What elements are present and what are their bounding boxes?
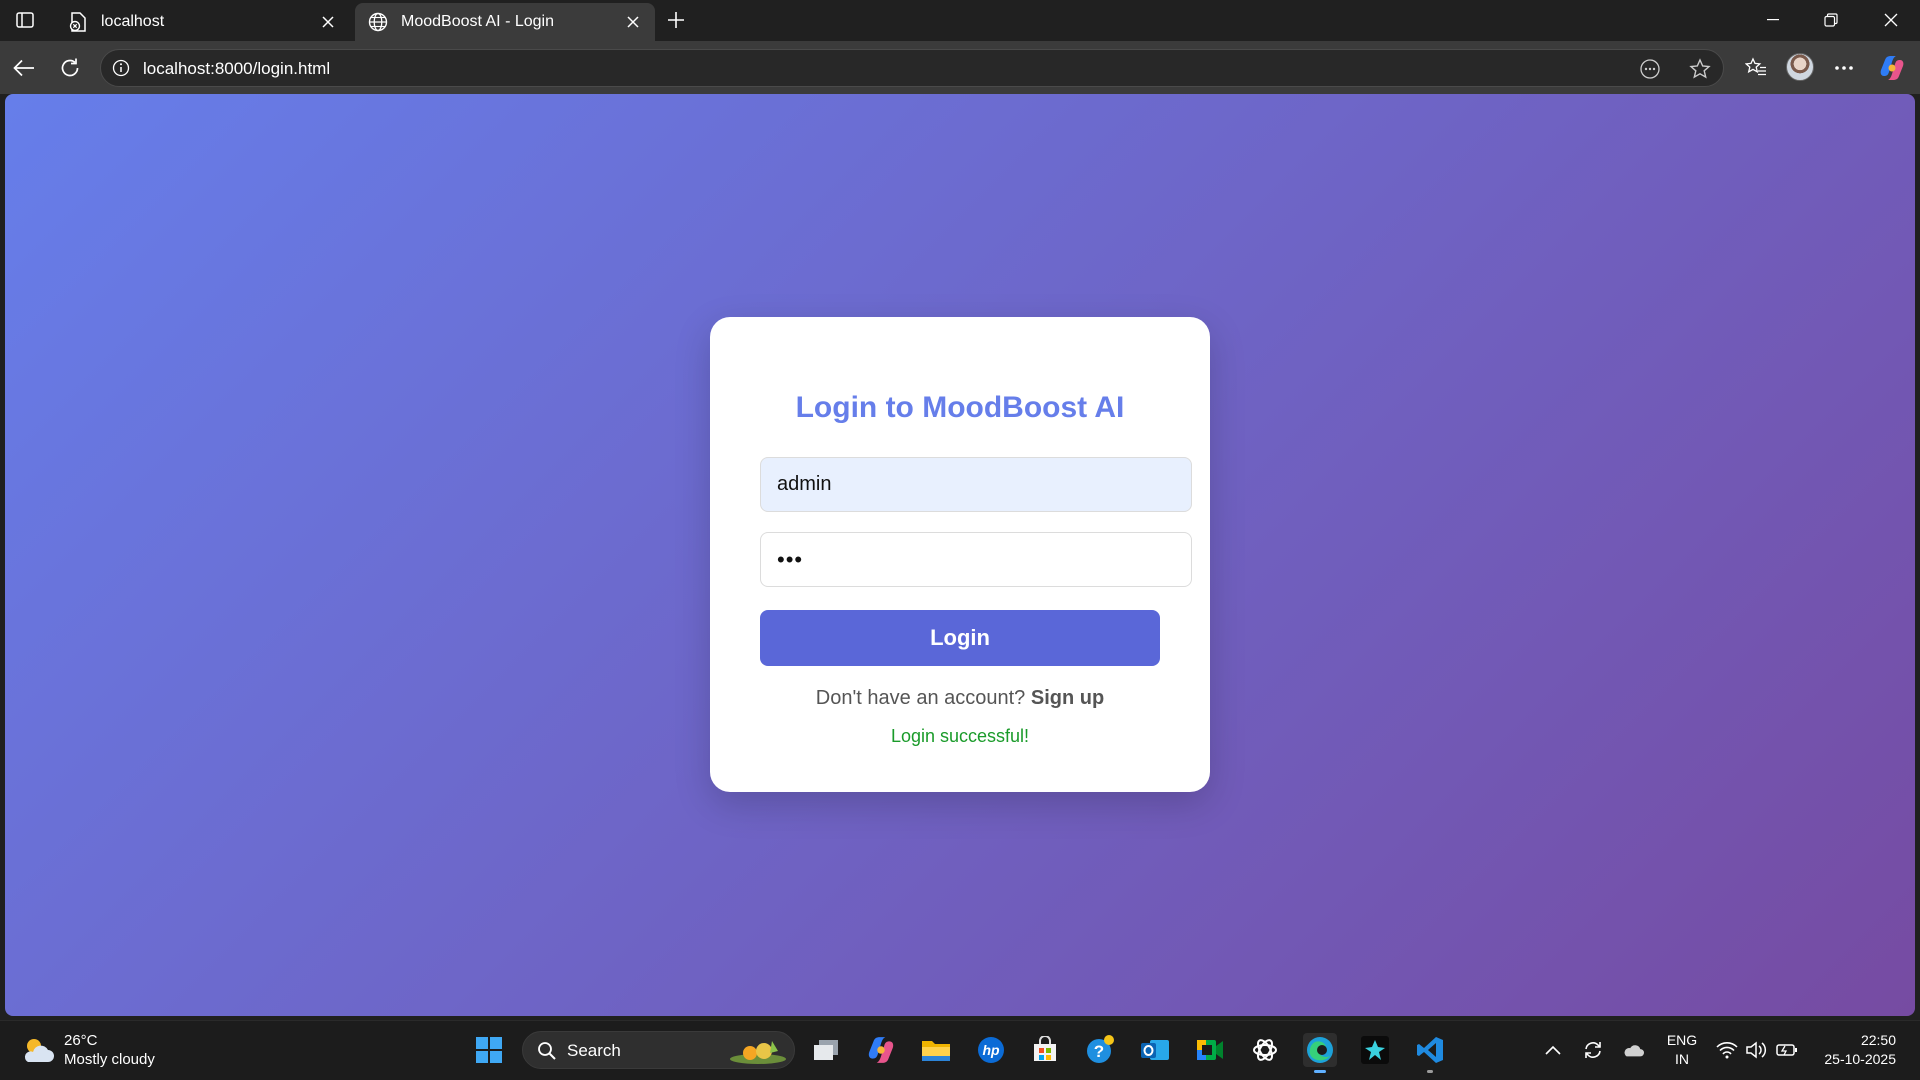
chevron-up-icon[interactable] (1542, 1039, 1564, 1061)
language-indicator[interactable]: ENG IN (1666, 1031, 1698, 1069)
reading-mode-icon[interactable] (1639, 58, 1661, 80)
tab-actions-icon[interactable] (10, 8, 40, 32)
clock-time: 22:50 (1860, 1032, 1896, 1048)
login-button[interactable]: Login (760, 610, 1160, 666)
profile-avatar[interactable] (1786, 53, 1814, 81)
vscode-icon[interactable] (1413, 1033, 1447, 1073)
address-bar[interactable]: localhost:8000/login.html (100, 49, 1724, 87)
outlook-icon[interactable] (1138, 1033, 1172, 1067)
username-field[interactable] (760, 457, 1192, 512)
close-window-button[interactable] (1862, 0, 1920, 40)
cloud-sun-icon (20, 1035, 56, 1065)
close-icon[interactable] (318, 12, 338, 32)
taskbar-search[interactable]: Search (522, 1031, 795, 1069)
signup-prompt: Don't have an account? Sign up (710, 687, 1210, 710)
favorite-star-icon[interactable] (1689, 58, 1711, 80)
search-label: Search (567, 1041, 621, 1060)
start-icon[interactable] (472, 1033, 506, 1067)
signup-link[interactable]: Sign up (1031, 687, 1104, 709)
store-icon[interactable] (1028, 1033, 1062, 1067)
new-tab-button[interactable] (663, 7, 689, 33)
page-error-icon (67, 11, 89, 33)
meet-icon[interactable] (1193, 1033, 1227, 1067)
tab-title: localhost (101, 13, 165, 30)
file-explorer-icon[interactable] (919, 1033, 953, 1067)
chatgpt-icon[interactable] (1248, 1033, 1282, 1067)
search-icon (538, 1042, 556, 1060)
help-icon[interactable]: ? (1083, 1033, 1117, 1067)
weather-description: Mostly cloudy (64, 1051, 155, 1068)
svg-text:hp: hp (982, 1042, 1000, 1058)
tab-bar: localhost MoodBoost AI - Login (0, 0, 1920, 41)
globe-icon (367, 11, 389, 33)
sync-icon[interactable] (1582, 1039, 1604, 1061)
language-code: ENG (1666, 1032, 1698, 1048)
app-icon[interactable] (1358, 1033, 1392, 1067)
weather-temperature: 26°C (64, 1032, 98, 1049)
weather-widget[interactable]: 26°C Mostly cloudy (20, 1031, 155, 1069)
password-field[interactable] (760, 532, 1192, 587)
tab-localhost[interactable]: localhost (55, 3, 350, 41)
tab-title: MoodBoost AI - Login (401, 13, 554, 30)
site-info-icon[interactable] (111, 58, 131, 78)
page-title: Login to MoodBoost AI (795, 391, 1125, 424)
back-button[interactable] (10, 54, 38, 82)
wifi-icon[interactable] (1716, 1039, 1738, 1061)
clock[interactable]: 22:50 25-10-2025 (1800, 1031, 1896, 1069)
hp-icon[interactable]: hp (974, 1033, 1008, 1067)
svg-text:?: ? (1094, 1042, 1104, 1061)
login-card: Login to MoodBoost AI Login Don't have a… (710, 317, 1210, 792)
edge-icon[interactable] (1303, 1033, 1337, 1073)
minimize-button[interactable] (1744, 0, 1802, 40)
clock-date: 25-10-2025 (1824, 1051, 1896, 1067)
refresh-button[interactable] (56, 54, 84, 82)
running-indicator (1427, 1070, 1433, 1073)
close-icon[interactable] (623, 12, 643, 32)
volume-icon[interactable] (1746, 1039, 1768, 1061)
taskbar: 26°C Mostly cloudy Search hp ? ENG IN 22… (0, 1020, 1920, 1080)
status-message: Login successful! (890, 726, 1030, 746)
url-text[interactable]: localhost:8000/login.html (143, 59, 330, 79)
restore-button[interactable] (1802, 0, 1860, 40)
onedrive-icon[interactable] (1622, 1039, 1644, 1061)
tab-moodboost-login[interactable]: MoodBoost AI - Login (355, 3, 655, 41)
search-highlight-icon (730, 1041, 786, 1064)
signup-prompt-text: Don't have an account? (815, 687, 1026, 709)
more-menu-icon[interactable] (1830, 54, 1858, 82)
active-indicator (1314, 1070, 1326, 1073)
region-code: IN (1675, 1051, 1689, 1067)
browser-toolbar: localhost:8000/login.html (0, 41, 1920, 94)
task-view-icon[interactable] (809, 1033, 843, 1067)
copilot-app-icon[interactable] (864, 1033, 898, 1067)
copilot-icon[interactable] (1878, 54, 1906, 82)
page-viewport: Login to MoodBoost AI Login Don't have a… (5, 94, 1915, 1016)
battery-icon[interactable] (1776, 1039, 1798, 1061)
favorites-icon[interactable] (1742, 54, 1770, 82)
